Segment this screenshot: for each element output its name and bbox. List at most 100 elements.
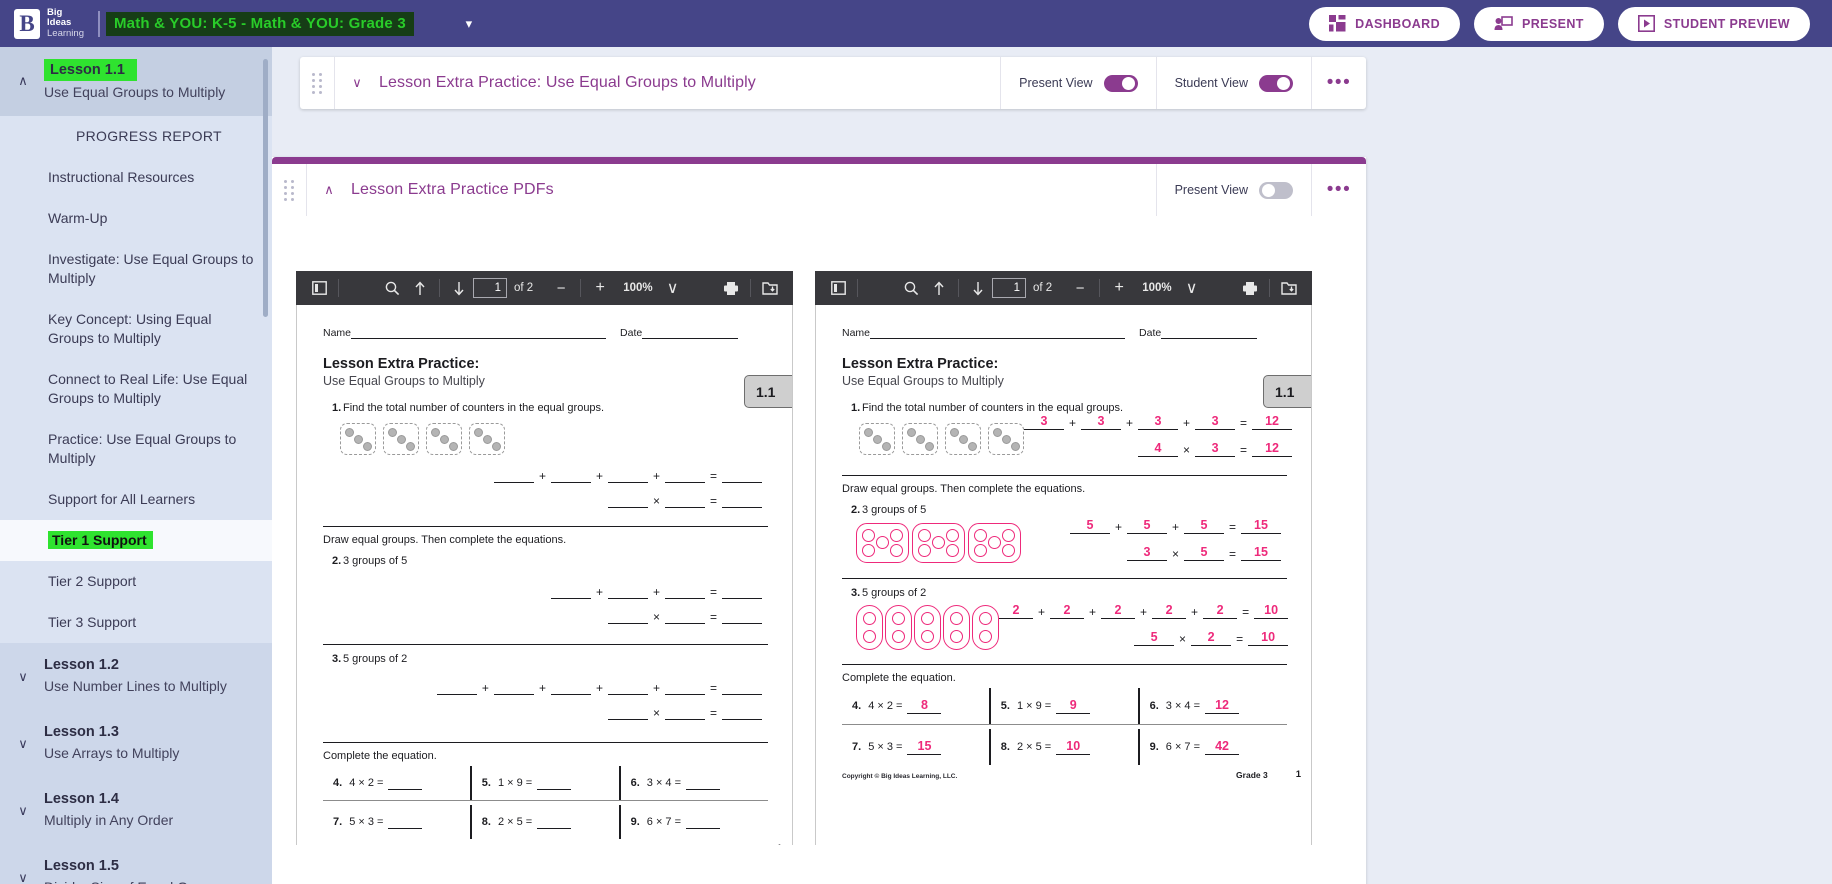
student-view-label: Student View	[1174, 76, 1248, 90]
print-icon[interactable]	[1236, 275, 1264, 301]
sidebar-item-tier-1-support[interactable]: Tier 1 Support	[0, 520, 272, 561]
present-button[interactable]: PRESENT	[1474, 6, 1604, 41]
equals-sign: =	[1240, 416, 1248, 430]
page-number-input[interactable]	[473, 278, 507, 298]
next-page-icon[interactable]	[964, 275, 992, 301]
answer: 2	[1050, 603, 1085, 619]
sidebar-item-practice[interactable]: Practice: Use Equal Groups to Multiply	[0, 419, 272, 479]
counter-group	[945, 423, 981, 455]
pdf-viewer-blank: of 2 − + 100% ∨	[296, 271, 793, 845]
question-1-number: 1.	[851, 402, 861, 414]
present-view-toggle[interactable]	[1259, 181, 1293, 199]
name-date-row: Name Date	[323, 327, 768, 339]
chevron-down-icon[interactable]: ∨	[12, 856, 34, 884]
sidebar-item-tier-2-support[interactable]: Tier 2 Support	[0, 561, 272, 602]
answer: 2	[1101, 603, 1136, 619]
equals-sign: =	[709, 681, 717, 695]
print-icon[interactable]	[717, 275, 745, 301]
zoom-out-button[interactable]: −	[1066, 275, 1094, 301]
section-divider	[842, 475, 1287, 476]
problem-8-expr: 2 × 5 =	[497, 816, 533, 828]
answer: 4	[1138, 441, 1179, 457]
question-3-number: 3.	[332, 653, 342, 665]
sidebar-item-investigate[interactable]: Investigate: Use Equal Groups to Multipl…	[0, 239, 272, 299]
chevron-down-icon[interactable]: ∨	[659, 275, 687, 301]
sidebar-lesson-1-4[interactable]: ∨ Lesson 1.4 Multiply in Any Order	[0, 777, 272, 844]
page-number-input[interactable]	[992, 278, 1026, 298]
lesson-extra-practice-pdfs-card: ∧ Lesson Extra Practice PDFs Present Vie…	[272, 157, 1366, 884]
sidebar-item-warm-up[interactable]: Warm-Up	[0, 198, 272, 239]
sidebar-lesson-1-2-subtitle: Use Number Lines to Multiply	[44, 678, 227, 694]
sidebar-toggle-icon[interactable]	[824, 275, 852, 301]
sidebar-scrollbar-thumb[interactable]	[263, 59, 268, 317]
dashboard-button[interactable]: DASHBOARD	[1309, 6, 1460, 41]
chevron-up-icon[interactable]: ∧	[12, 59, 34, 89]
problem-5-expr: 1 × 9 =	[497, 777, 533, 789]
next-page-icon[interactable]	[445, 275, 473, 301]
sidebar-lesson-1-3[interactable]: ∨ Lesson 1.3 Use Arrays to Multiply	[0, 710, 272, 777]
sidebar-current-lesson-subtitle: Use Equal Groups to Multiply	[44, 84, 226, 100]
problem-7-expr: 5 × 3 =	[349, 816, 384, 828]
sidebar-current-lesson[interactable]: ∧ Lesson 1.1 Use Equal Groups to Multipl…	[0, 47, 272, 116]
chevron-up-icon[interactable]: ∧	[307, 182, 351, 198]
sidebar-item-instructional-resources[interactable]: Instructional Resources	[0, 157, 272, 198]
sidebar-item-support-for-all-learners[interactable]: Support for All Learners	[0, 479, 272, 520]
sidebar-lesson-1-3-subtitle: Use Arrays to Multiply	[44, 745, 180, 761]
sidebar-item-key-concept[interactable]: Key Concept: Using Equal Groups to Multi…	[0, 299, 272, 359]
drag-handle-icon[interactable]	[272, 179, 306, 201]
group	[943, 605, 970, 650]
sidebar-lesson-1-5-text: Lesson 1.5 Divide: Size of Equal Groups	[34, 856, 223, 884]
problem-6-expr: 3 × 4 =	[1165, 700, 1201, 712]
sidebar-item-progress-report[interactable]: PROGRESS REPORT	[0, 116, 272, 157]
sidebar-lesson-1-2[interactable]: ∨ Lesson 1.2 Use Number Lines to Multipl…	[0, 643, 272, 710]
problem-9-number: 9.	[630, 816, 640, 828]
chevron-down-icon[interactable]: ∨	[1178, 275, 1206, 301]
search-icon[interactable]	[897, 275, 925, 301]
sidebar-scrollbar[interactable]	[263, 59, 268, 859]
card-header-controls: Present View •••	[1155, 164, 1366, 216]
chevron-down-icon[interactable]: ∨	[12, 722, 34, 752]
chevron-down-icon[interactable]: ∨	[335, 75, 379, 91]
save-icon[interactable]	[1275, 275, 1303, 301]
chevron-down-icon[interactable]: ∨	[12, 655, 34, 685]
problem-5: 5. 1 × 9 =	[472, 766, 619, 800]
question-1-text: Find the total number of counters in the…	[343, 402, 605, 414]
sidebar-toggle-icon[interactable]	[305, 275, 333, 301]
brand-logo[interactable]: B Big Ideas Learning	[0, 7, 84, 40]
sidebar-item-tier-3-support[interactable]: Tier 3 Support	[0, 602, 272, 643]
question-2: 2. 3 groups of 5	[842, 504, 1287, 516]
problem-7: 7. 5 × 3 = 15	[842, 729, 989, 765]
counter-group	[859, 423, 895, 455]
present-view-toggle[interactable]	[1103, 74, 1138, 92]
pdf-viewers-row: of 2 − + 100% ∨	[272, 216, 1366, 845]
save-icon[interactable]	[756, 275, 784, 301]
student-view-toggle-group: Student View	[1157, 57, 1311, 109]
counter-group	[426, 423, 462, 455]
drag-handle-icon[interactable]	[300, 72, 334, 94]
times-sign: ×	[1171, 547, 1179, 561]
previous-page-icon[interactable]	[925, 275, 953, 301]
student-preview-button[interactable]: STUDENT PREVIEW	[1617, 6, 1810, 41]
previous-page-icon[interactable]	[406, 275, 434, 301]
pdf-viewer-answer-key: of 2 − + 100% ∨	[815, 271, 1312, 845]
search-icon[interactable]	[378, 275, 406, 301]
zoom-out-button[interactable]: −	[547, 275, 575, 301]
sidebar-item-connect-to-real-life[interactable]: Connect to Real Life: Use Equal Groups t…	[0, 359, 272, 419]
more-options-button[interactable]: •••	[1312, 72, 1366, 94]
question-1-sum-answers: 3 + 3 + 3 + 3 = 12	[1024, 414, 1298, 430]
worksheet-body: Name Date Lesson Extra Practice: Use Equ…	[297, 305, 792, 839]
page-total-label: of 2	[1033, 282, 1053, 294]
zoom-in-button[interactable]: +	[586, 275, 614, 301]
problem-5: 5. 1 × 9 = 9	[991, 688, 1138, 724]
chevron-down-icon[interactable]: ▾	[460, 16, 478, 32]
problem-7-answer: 15	[907, 739, 942, 755]
problem-8-number: 8.	[1000, 741, 1010, 753]
sidebar-lesson-1-4-subtitle: Multiply in Any Order	[44, 812, 174, 828]
more-options-button[interactable]: •••	[1312, 179, 1366, 201]
section-divider	[323, 526, 768, 527]
sidebar-lesson-1-5[interactable]: ∨ Lesson 1.5 Divide: Size of Equal Group…	[0, 844, 272, 884]
student-view-toggle[interactable]	[1259, 74, 1293, 92]
logo-line-3: Learning	[47, 27, 84, 39]
zoom-in-button[interactable]: +	[1105, 275, 1133, 301]
chevron-down-icon[interactable]: ∨	[12, 789, 34, 819]
